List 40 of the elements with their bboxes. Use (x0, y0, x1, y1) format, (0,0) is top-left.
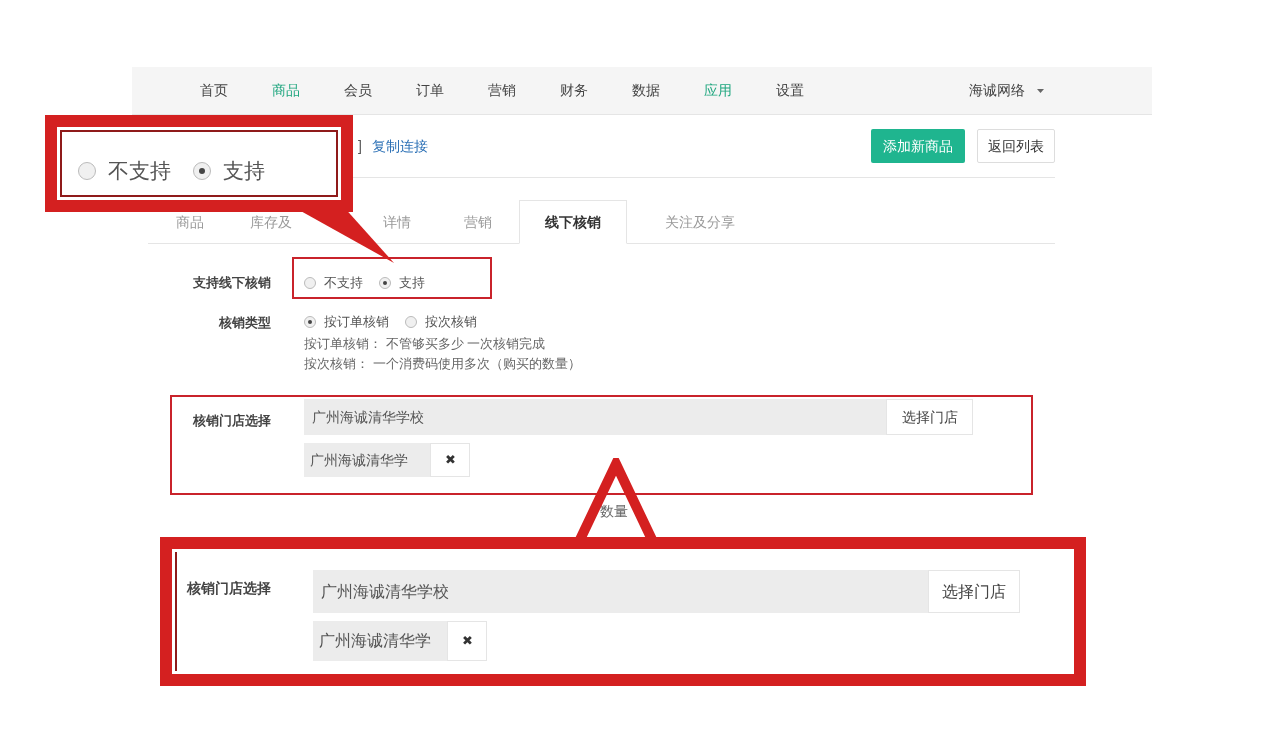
radio-button[interactable] (304, 316, 316, 328)
radio-button[interactable] (193, 161, 211, 180)
help-text: 按次核销： 一个消费码使用多次（购买的数量） (304, 355, 581, 373)
option-label: 不支持 (108, 157, 171, 184)
radio-button[interactable] (405, 316, 417, 328)
nav-item[interactable]: 设置 (776, 80, 804, 101)
copy-link[interactable]: 复制连接 (371, 135, 428, 157)
field-label: 核销类型 (218, 314, 271, 332)
store-field[interactable]: 广州海诚清华学校 (304, 399, 886, 435)
store-tag: 广州海诚清华学 (304, 443, 430, 477)
field-label: 核销门店选择 (192, 412, 271, 430)
nav-item[interactable]: 订单 (416, 80, 444, 101)
field-label: 核销门店选择 (187, 579, 272, 598)
option-label: 按次核销 (425, 313, 477, 332)
caret-icon[interactable] (1037, 88, 1044, 93)
radio-button[interactable] (304, 277, 316, 289)
account-name[interactable]: 海诚网络 (969, 80, 1025, 101)
nav-item[interactable]: 会员 (344, 80, 372, 101)
option-label: 按订单核销 (324, 313, 389, 332)
text-fragment: ] (358, 136, 362, 156)
option-label: 支持 (399, 274, 425, 293)
store-field[interactable]: 广州海诚清华学校 (313, 570, 928, 613)
partial-text: 数量 (600, 502, 629, 521)
nav-item[interactable]: 首页 (200, 80, 228, 101)
tab[interactable]: 线下核销 (519, 200, 627, 244)
help-text: 按订单核销： 不管够买多少 一次核销完成 (304, 335, 547, 353)
nav-item[interactable]: 营销 (488, 80, 516, 101)
select-store-button[interactable]: 选择门店 (928, 570, 1020, 613)
radio-button[interactable] (78, 161, 96, 180)
back-to-list-button[interactable]: 返回列表 (977, 129, 1055, 163)
option-label: 支持 (223, 157, 265, 184)
remove-button[interactable]: ✖ (447, 621, 487, 661)
remove-button[interactable]: ✖ (430, 443, 470, 477)
select-store-button[interactable]: 选择门店 (886, 399, 973, 435)
field-label: 支持线下核销 (192, 274, 271, 293)
radio-button[interactable] (379, 277, 391, 289)
store-tag: 广州海诚清华学 (313, 621, 447, 661)
nav-item[interactable]: 财务 (560, 80, 588, 101)
option-label: 不支持 (324, 274, 363, 293)
nav-item[interactable]: 数据 (632, 80, 660, 101)
